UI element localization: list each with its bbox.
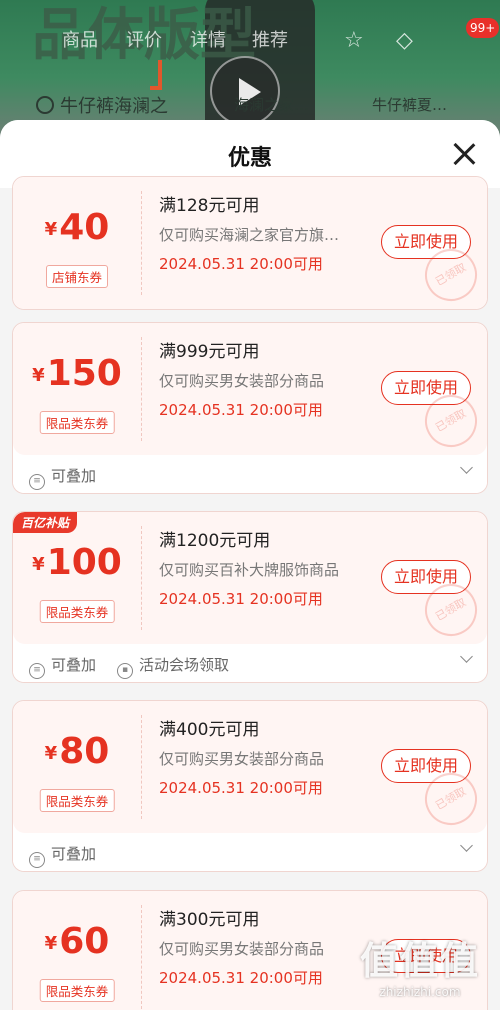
favorite-star-icon[interactable]: ☆ [344, 28, 364, 53]
coupon-amount: ¥80 [44, 731, 110, 772]
close-icon[interactable] [452, 142, 476, 166]
share-icon[interactable]: ◇ [396, 28, 413, 53]
coupon-value-area: ¥80 限品类东券 [13, 701, 141, 833]
chevron-down-icon[interactable] [460, 650, 473, 663]
chevron-down-icon[interactable] [460, 461, 473, 474]
coupon-footer: ≡ 可叠加 ▪ 活动会场领取 [13, 644, 487, 682]
coupon-value-area: ¥40 店铺东券 [13, 177, 141, 309]
venue-claim-label: ▪ 活动会场领取 [117, 654, 229, 679]
coupon-value-area: ¥60 限品类东券 [13, 891, 141, 1010]
coupon-body: ¥40 店铺东券 满128元可用 仅可购买海澜之家官方旗… 2024.05.31… [13, 177, 487, 309]
play-video-button[interactable] [210, 56, 280, 126]
coupon-body: ¥100 限品类东券 满1200元可用 仅可购买百补大牌服饰商品 2024.05… [13, 512, 487, 646]
coupon-card: ¥150 限品类东券 满999元可用 仅可购买男女装部分商品 2024.05.3… [12, 322, 488, 494]
top-nav: 商品 评价 详情 推荐 ☆ ◇ [0, 26, 500, 56]
coupon-sheet: 优惠 ¥40 店铺东券 满128元可用 仅可购买海澜之家官方旗… 2024.05… [0, 120, 500, 1010]
stack-icon: ≡ [29, 852, 45, 868]
banner-accent [150, 60, 162, 90]
coupon-description: 仅可购买男女装部分商品 [159, 750, 325, 768]
coupon-condition: 满300元可用 [159, 910, 260, 930]
divider [141, 715, 142, 819]
chevron-down-icon[interactable] [460, 839, 473, 852]
coupon-footer: ≡ 可叠加 [13, 455, 487, 493]
search-hint-text: 牛仔裤海澜之 [60, 96, 168, 117]
coupon-type-tag: 店铺东券 [45, 265, 109, 288]
divider [141, 337, 142, 441]
coupon-footer: ≡ 可叠加 [13, 833, 487, 871]
coupon-body: ¥150 限品类东券 满999元可用 仅可购买男女装部分商品 2024.05.3… [13, 323, 487, 457]
coupon-description: 仅可购买百补大牌服饰商品 [159, 561, 340, 579]
hint-word-2[interactable]: 牛仔裤夏… [372, 94, 447, 115]
divider [141, 191, 142, 295]
coupon-description: 仅可购买男女装部分商品 [159, 372, 325, 390]
nav-tab-recommend[interactable]: 推荐 [252, 26, 288, 52]
coupon-description: 仅可购买海澜之家官方旗… [159, 226, 340, 244]
coupon-description: 仅可购买男女装部分商品 [159, 940, 325, 958]
coupon-body: ¥80 限品类东券 满400元可用 仅可购买男女装部分商品 2024.05.31… [13, 701, 487, 835]
hint-word-1[interactable]: 海澜之家… [234, 94, 309, 115]
sheet-title: 优惠 [227, 146, 272, 171]
coupon-type-tag: 限品类东券 [39, 411, 115, 434]
site-watermark: 值值值 zhizhizhi.com [350, 930, 490, 1002]
divider [141, 526, 142, 630]
coupon-condition: 满400元可用 [159, 720, 260, 740]
cart-count-badge: 99+ [466, 18, 500, 38]
stackable-label: ≡ 可叠加 [29, 465, 96, 490]
coupon-type-tag: 限品类东券 [39, 979, 115, 1002]
coupon-condition: 满1200元可用 [159, 531, 271, 551]
venue-icon: ▪ [117, 663, 133, 679]
coupon-condition: 满128元可用 [159, 196, 260, 216]
nav-tab-reviews[interactable]: 评价 [126, 26, 162, 52]
stack-icon: ≡ [29, 663, 45, 679]
coupon-card: 百亿补贴 ¥100 限品类东券 满1200元可用 仅可购买百补大牌服饰商品 20… [12, 511, 488, 683]
subsidy-badge: 百亿补贴 [13, 512, 78, 533]
coupon-amount: ¥100 [32, 542, 122, 583]
stackable-label: ≡ 可叠加 [29, 654, 96, 679]
coupon-amount: ¥40 [44, 207, 110, 248]
divider [141, 905, 142, 1009]
stackable-label: ≡ 可叠加 [29, 843, 96, 868]
coupon-amount: ¥60 [44, 921, 110, 962]
nav-tab-products[interactable]: 商品 [62, 26, 98, 52]
coupon-card: ¥40 店铺东券 满128元可用 仅可购买海澜之家官方旗… 2024.05.31… [12, 176, 488, 310]
nav-tab-details[interactable]: 详情 [190, 26, 226, 52]
coupon-type-tag: 限品类东券 [39, 789, 115, 812]
watermark-logo: 值值值 [359, 939, 480, 983]
coupon-type-tag: 限品类东券 [39, 600, 115, 623]
search-icon [36, 96, 54, 114]
product-page-background: 品体版型 商品 评价 详情 推荐 ☆ ◇ 99+ 牛仔裤海澜之 海澜之家… 牛仔… [0, 0, 500, 140]
coupon-condition: 满999元可用 [159, 342, 260, 362]
coupon-value-area: ¥150 限品类东券 [13, 323, 141, 455]
coupon-amount: ¥150 [32, 353, 122, 394]
search-hint[interactable]: 牛仔裤海澜之 [36, 92, 168, 118]
stack-icon: ≡ [29, 474, 45, 490]
coupon-card: ¥80 限品类东券 满400元可用 仅可购买男女装部分商品 2024.05.31… [12, 700, 488, 872]
watermark-url: zhizhizhi.com [379, 985, 461, 999]
